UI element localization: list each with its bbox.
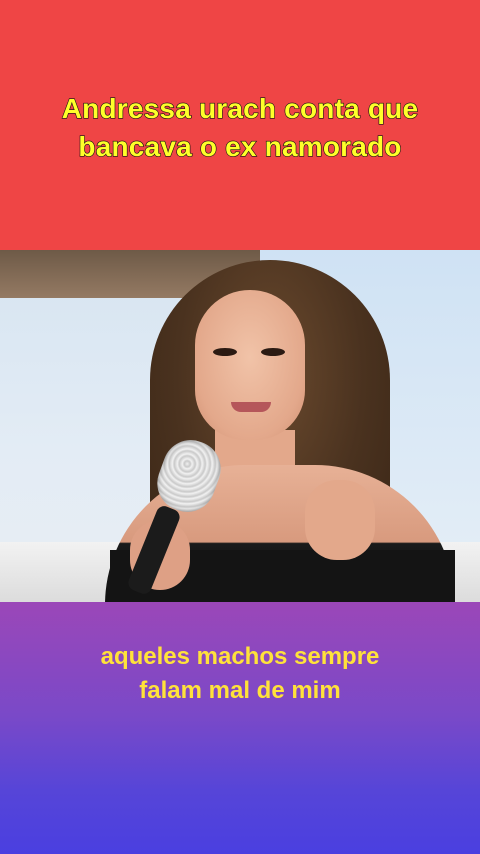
right-eye (261, 348, 285, 356)
caption-line-1: aqueles machos sempre (100, 643, 380, 670)
video-frame[interactable] (0, 250, 480, 602)
caption-text: aqueles machos sempre falam mal de mim (0, 640, 480, 708)
headline-line-1: Andressa urach conta que (61, 92, 419, 124)
headline-banner: Andressa urach conta que bancava o ex na… (0, 0, 480, 250)
mouth (231, 402, 271, 412)
left-eye (213, 348, 237, 356)
caption-banner: aqueles machos sempre falam mal de mim (0, 602, 480, 854)
person-face (195, 290, 305, 440)
headline-text: Andressa urach conta que bancava o ex na… (61, 90, 419, 166)
caption-line-2: falam mal de mim (139, 677, 341, 704)
person-right-hand (305, 480, 375, 560)
headline-line-2: bancava o ex namorado (78, 130, 402, 162)
